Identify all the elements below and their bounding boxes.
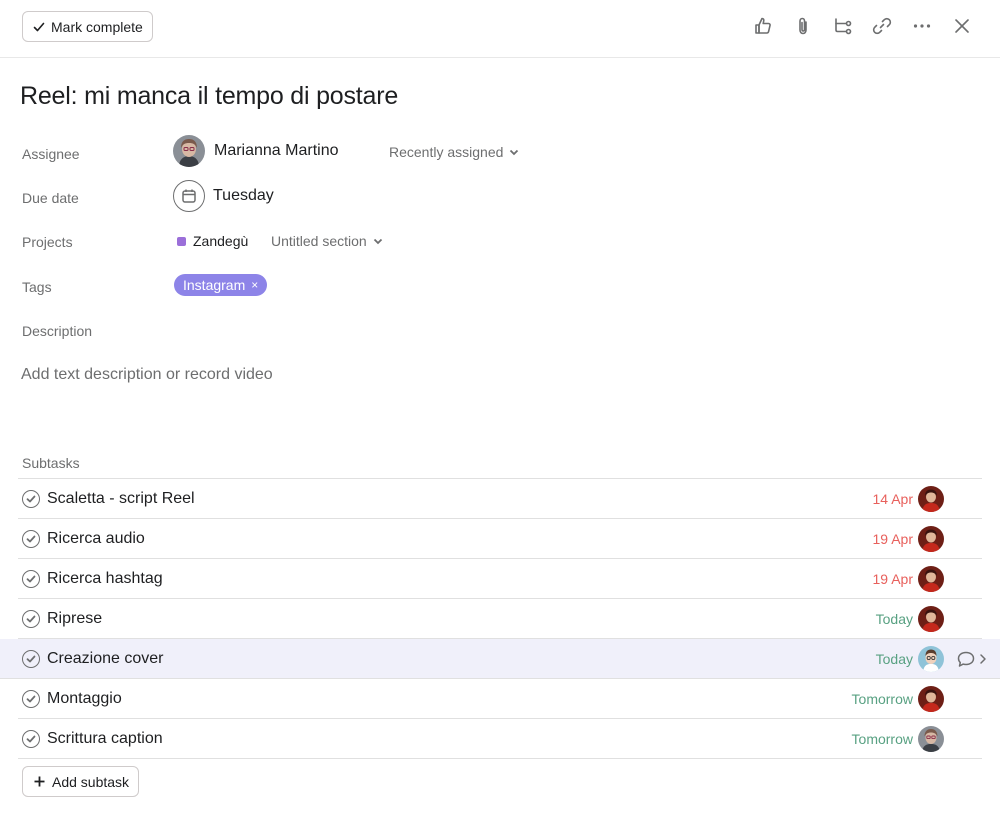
project-item[interactable]: Zandegù (177, 233, 248, 249)
projects-label: Projects (22, 234, 73, 250)
assignee-name: Marianna Martino (214, 142, 339, 159)
subtask-due-date[interactable]: 19 Apr (873, 531, 913, 547)
recently-assigned-label: Recently assigned (389, 144, 504, 160)
tag-instagram[interactable]: Instagram × (174, 274, 268, 296)
subtask-row[interactable]: Scaletta - script Reel 14 Apr (18, 479, 982, 519)
subtask-name[interactable]: Creazione cover (47, 650, 164, 668)
subtask-due-date[interactable]: Tomorrow (852, 731, 913, 747)
task-toolbar: Mark complete (0, 0, 1000, 58)
subtask-row[interactable]: Ricerca hashtag 19 Apr (18, 559, 982, 599)
close-icon[interactable] (951, 15, 973, 37)
task-title[interactable]: Reel: mi manca il tempo di postare (20, 82, 398, 111)
avatar (173, 135, 205, 167)
attachment-icon[interactable] (792, 15, 814, 37)
avatar[interactable] (918, 525, 944, 552)
subtask-row-actions[interactable] (956, 650, 988, 668)
tag-label: Instagram (183, 277, 246, 293)
plus-icon (34, 776, 45, 787)
subtasks-label: Subtasks (22, 455, 80, 471)
link-icon[interactable] (871, 15, 893, 37)
project-color-dot (177, 236, 186, 246)
subtask-row[interactable]: Ricerca audio 19 Apr (18, 519, 982, 559)
due-date-label: Due date (22, 190, 79, 206)
avatar[interactable] (918, 565, 944, 592)
avatar[interactable] (918, 645, 944, 672)
check-circle-icon[interactable] (22, 529, 40, 548)
avatar[interactable] (918, 685, 944, 712)
subtask-row[interactable]: Scrittura caption Tomorrow (18, 719, 982, 759)
project-section-label: Untitled section (271, 233, 367, 249)
mark-complete-button[interactable]: Mark complete (22, 11, 153, 42)
more-icon[interactable] (911, 15, 933, 37)
subtask-row[interactable]: Creazione cover Today (0, 639, 1000, 679)
subtask-row[interactable]: Riprese Today (18, 599, 982, 639)
subtask-list: Scaletta - script Reel 14 Apr Ricerca au… (0, 478, 1000, 759)
subtask-name[interactable]: Scrittura caption (47, 730, 163, 748)
add-subtask-button[interactable]: Add subtask (22, 766, 140, 797)
check-circle-icon[interactable] (22, 689, 40, 708)
avatar[interactable] (918, 725, 944, 752)
subtask-icon[interactable] (832, 15, 854, 37)
recently-assigned-dropdown[interactable]: Recently assigned (389, 144, 520, 160)
assignee-label: Assignee (22, 146, 80, 162)
tag-remove-icon[interactable]: × (251, 278, 258, 292)
due-date-field[interactable]: Tuesday (173, 180, 274, 212)
check-circle-icon[interactable] (22, 649, 40, 668)
avatar[interactable] (918, 485, 944, 512)
project-name: Zandegù (193, 233, 249, 249)
check-icon (33, 22, 45, 31)
add-subtask-label: Add subtask (52, 773, 130, 790)
assignee-field[interactable]: Marianna Martino (173, 135, 339, 167)
mark-complete-label: Mark complete (51, 18, 143, 35)
subtask-due-date[interactable]: 19 Apr (873, 571, 913, 587)
avatar[interactable] (918, 605, 944, 632)
chevron-down-icon (373, 238, 382, 245)
check-circle-icon[interactable] (22, 609, 40, 628)
comment-icon[interactable] (956, 650, 976, 668)
tags-label: Tags (22, 279, 52, 295)
calendar-icon (173, 180, 205, 212)
check-circle-icon[interactable] (22, 569, 40, 588)
subtask-due-date[interactable]: Today (876, 651, 913, 667)
subtask-due-date[interactable]: Today (876, 611, 913, 627)
project-section-dropdown[interactable]: Untitled section (271, 233, 384, 249)
subtask-name[interactable]: Ricerca audio (47, 530, 145, 548)
like-icon[interactable] (752, 15, 774, 37)
due-date-value: Tuesday (213, 187, 274, 204)
subtask-name[interactable]: Montaggio (47, 690, 122, 708)
description-input[interactable]: Add text description or record video (21, 366, 273, 384)
subtask-name[interactable]: Riprese (47, 610, 102, 628)
subtask-name[interactable]: Scaletta - script Reel (47, 490, 195, 508)
description-label: Description (22, 323, 93, 339)
subtask-due-date[interactable]: Tomorrow (852, 691, 913, 707)
subtask-name[interactable]: Ricerca hashtag (47, 570, 163, 588)
subtask-row[interactable]: Montaggio Tomorrow (18, 679, 982, 719)
chevron-down-icon (510, 149, 519, 156)
subtask-due-date[interactable]: 14 Apr (873, 491, 913, 507)
check-circle-icon[interactable] (22, 489, 40, 508)
check-circle-icon[interactable] (22, 729, 40, 748)
chevron-right-icon[interactable] (978, 652, 988, 666)
